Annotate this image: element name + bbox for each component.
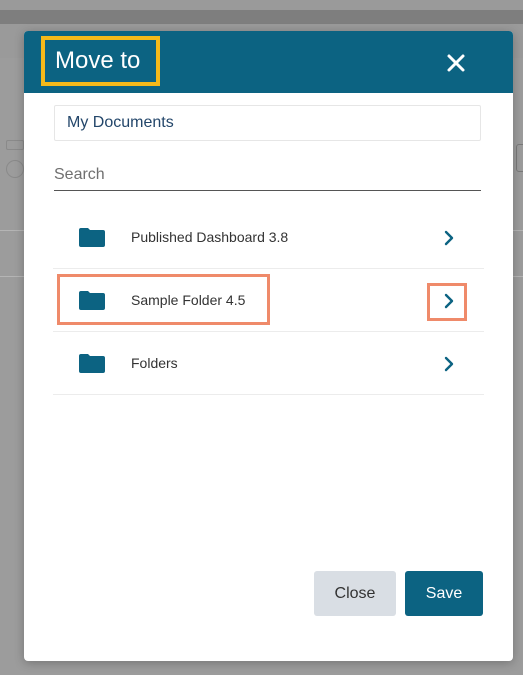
folder-label: Folders	[131, 355, 178, 371]
folder-list-item[interactable]: Folders	[53, 332, 484, 395]
background-topbar	[0, 10, 523, 24]
background-control	[6, 160, 24, 178]
chevron-right-icon[interactable]	[442, 230, 456, 246]
dialog-title: Move to	[41, 36, 160, 86]
current-location-field[interactable]: My Documents	[54, 105, 481, 141]
folder-icon	[79, 291, 105, 310]
close-button[interactable]: Close	[314, 571, 396, 616]
background-button	[516, 144, 523, 172]
background-control	[6, 140, 24, 150]
dialog-header: Move to	[24, 31, 513, 93]
folder-label: Sample Folder 4.5	[131, 292, 246, 308]
chevron-right-icon[interactable]	[442, 293, 456, 309]
folder-icon	[79, 354, 105, 373]
folder-list: Published Dashboard 3.8 Sample Folder 4.…	[53, 206, 484, 395]
folder-list-item[interactable]: Published Dashboard 3.8	[53, 206, 484, 269]
folder-label: Published Dashboard 3.8	[131, 229, 289, 245]
folder-list-item[interactable]: Sample Folder 4.5	[53, 269, 484, 332]
save-button[interactable]: Save	[405, 571, 483, 616]
close-icon[interactable]	[444, 51, 468, 75]
folder-icon	[79, 228, 105, 247]
move-to-dialog: Move to My Documents Published Dashboard…	[24, 31, 513, 661]
search-input[interactable]	[54, 159, 481, 191]
chevron-right-icon[interactable]	[442, 356, 456, 372]
